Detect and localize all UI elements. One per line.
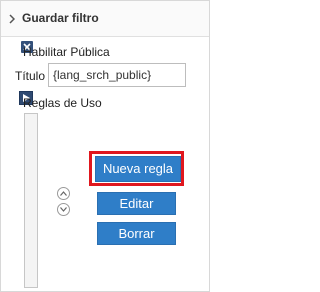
chevron-down-circle-icon xyxy=(60,207,67,212)
rules-label: Reglas de Uso xyxy=(23,96,102,110)
title-label: Título xyxy=(15,69,46,83)
save-filter-panel: Guardar filtro Habilitar Pública Título … xyxy=(0,0,210,292)
move-down-button[interactable] xyxy=(57,203,70,216)
edit-button[interactable]: Editar xyxy=(97,192,176,215)
chevron-right-icon[interactable] xyxy=(9,14,15,24)
rules-list[interactable] xyxy=(24,113,38,288)
public-checkbox-label: Habilitar Pública xyxy=(23,45,110,59)
chevron-up-circle-icon xyxy=(60,191,67,196)
move-up-button[interactable] xyxy=(57,187,70,200)
panel-title: Guardar filtro xyxy=(22,11,99,25)
delete-button[interactable]: Borrar xyxy=(97,222,176,245)
title-input[interactable] xyxy=(48,63,186,87)
highlight-box xyxy=(89,151,184,186)
panel-header[interactable]: Guardar filtro xyxy=(1,1,209,37)
